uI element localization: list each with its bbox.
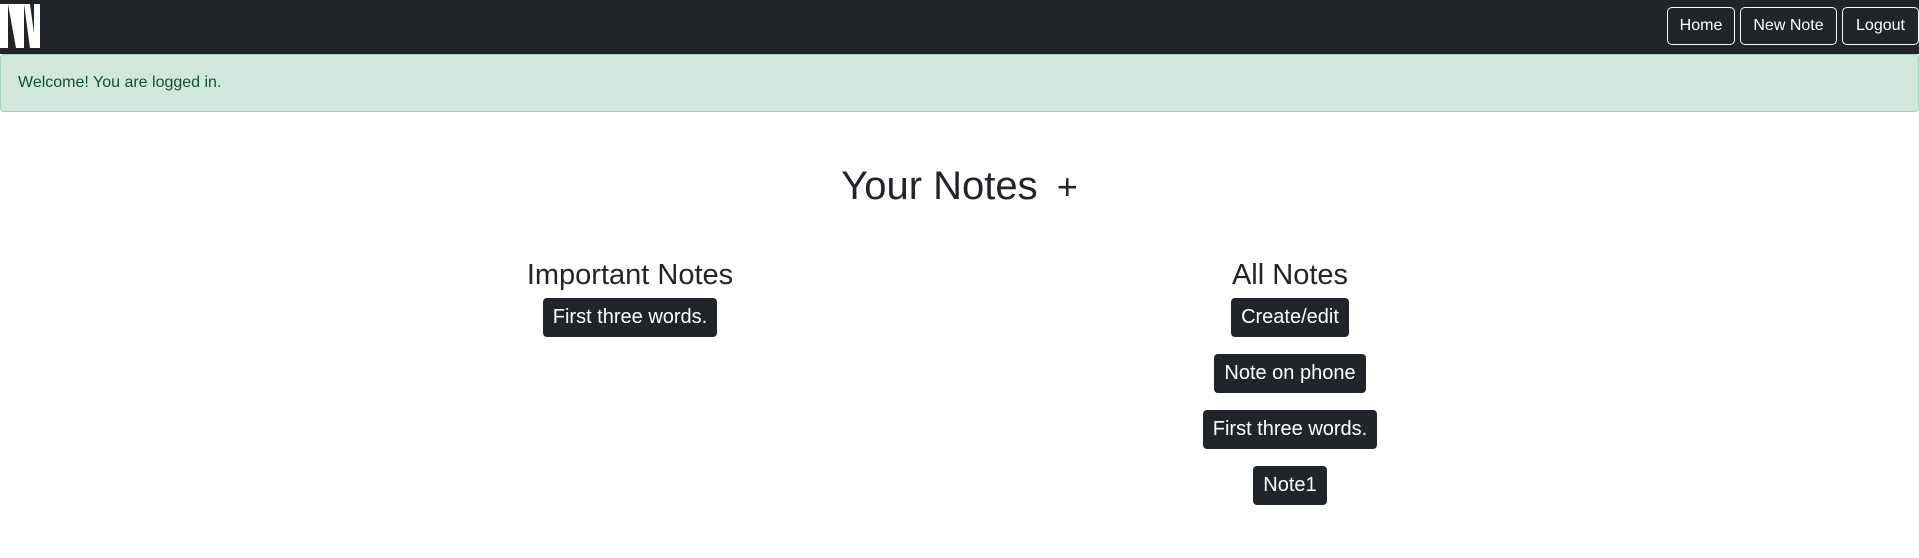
all-notes-heading: All Notes [1231, 259, 1349, 291]
all-notes-list: Create/edit Note on phone First three wo… [1202, 298, 1378, 505]
alert-message: Welcome! You are logged in. [18, 74, 222, 91]
logout-button[interactable]: Logout [1842, 7, 1919, 45]
note-button[interactable]: Create/edit [1231, 298, 1349, 337]
new-note-button[interactable]: New Note [1740, 7, 1837, 45]
home-button[interactable]: Home [1667, 7, 1735, 45]
important-notes-heading: Important Notes [526, 259, 734, 291]
note-button[interactable]: Note on phone [1214, 354, 1366, 393]
navbar: Home New Note Logout [0, 0, 1919, 54]
page-title: Your Notes + [0, 158, 1919, 215]
note-button[interactable]: Note1 [1253, 466, 1327, 505]
important-notes-list: First three words. [542, 298, 718, 337]
success-alert: Welcome! You are logged in. [0, 54, 1919, 112]
note-button[interactable]: First three words. [1202, 410, 1378, 449]
important-notes-section: Important Notes First three words. [380, 255, 880, 337]
nav-buttons: Home New Note Logout [1667, 7, 1919, 45]
page-title-text: Your Notes [841, 164, 1038, 208]
important-note-button[interactable]: First three words. [542, 298, 718, 337]
nn-logo-icon[interactable] [0, 4, 42, 48]
add-note-link[interactable]: + [1057, 159, 1078, 215]
all-notes-section: All Notes Create/edit Note on phone Firs… [1040, 255, 1540, 505]
